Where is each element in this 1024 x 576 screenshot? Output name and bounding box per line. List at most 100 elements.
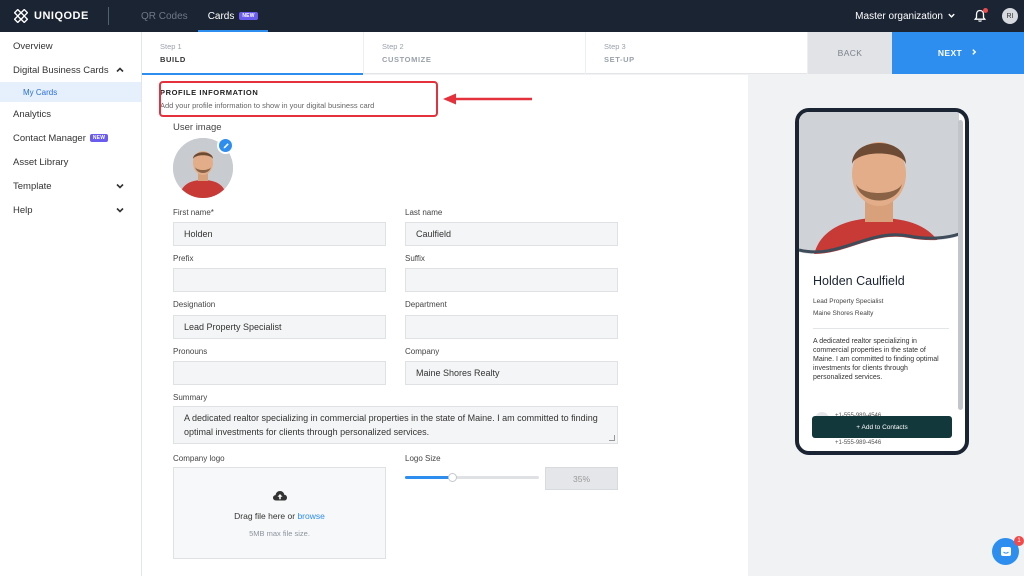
slider-thumb[interactable]: [448, 473, 457, 482]
edit-image-button[interactable]: [217, 137, 234, 154]
preview-name: Holden Caulfield: [813, 274, 905, 288]
user-avatar[interactable]: RI: [1002, 8, 1018, 24]
slider-fill: [405, 476, 452, 479]
notification-bell-icon[interactable]: [972, 8, 988, 24]
department-label: Department: [405, 300, 447, 309]
tab-cards-label: Cards: [207, 10, 235, 22]
logo-size-label: Logo Size: [405, 454, 441, 463]
prefix-input[interactable]: [173, 268, 386, 292]
add-to-contacts-label: + Add to Contacts: [856, 423, 908, 431]
step-name: CUSTOMIZE: [382, 55, 432, 64]
preview-summary: A dedicated realtor specializing in comm…: [813, 338, 939, 381]
logo-size-text: 35%: [572, 473, 590, 484]
organization-name: Master organization: [855, 10, 943, 22]
company-input[interactable]: Maine Shores Realty: [405, 361, 618, 385]
cloud-upload-icon: [272, 490, 287, 500]
first-name-value: Holden: [184, 229, 213, 239]
sidebar-item-label: Analytics: [13, 108, 52, 120]
sidebar-item-overview[interactable]: Overview: [0, 34, 141, 58]
sidebar-item-digital-business-cards[interactable]: Digital Business Cards: [0, 58, 141, 82]
company-value: Maine Shores Realty: [416, 368, 500, 378]
step-number: Step 3: [604, 42, 626, 51]
sidebar-item-label: Overview: [13, 40, 53, 52]
sidebar-item-analytics[interactable]: Analytics: [0, 102, 141, 126]
tab-qr-codes[interactable]: QR Codes: [131, 0, 198, 32]
resize-handle-icon[interactable]: [609, 435, 615, 441]
summary-textarea[interactable]: A dedicated realtor specializing in comm…: [173, 406, 618, 444]
step-set-up[interactable]: Step 3 SET-UP: [586, 32, 808, 74]
chevron-down-icon: [115, 205, 125, 215]
browse-link[interactable]: browse: [297, 511, 324, 521]
preview-portrait: [799, 112, 959, 260]
sidebar-item-label: Contact Manager: [13, 132, 86, 144]
summary-label: Summary: [173, 393, 208, 402]
new-badge: NEW: [239, 12, 258, 20]
back-button[interactable]: BACK: [808, 32, 892, 74]
add-to-contacts-button[interactable]: + Add to Contacts: [812, 416, 952, 438]
profile-form: PROFILE INFORMATION Add your profile inf…: [142, 75, 748, 576]
chevron-down-icon: [115, 181, 125, 191]
sidebar-item-asset-library[interactable]: Asset Library: [0, 150, 141, 174]
user-initials: RI: [1006, 12, 1014, 20]
top-bar: UNIQODE QR Codes Cards NEW Master organi…: [0, 0, 1024, 32]
suffix-label: Suffix: [405, 254, 425, 263]
organization-selector[interactable]: Master organization: [855, 11, 956, 22]
brand-logo[interactable]: UNIQODE: [14, 9, 108, 23]
prefix-label: Prefix: [173, 254, 194, 263]
sidebar-item-my-cards[interactable]: My Cards: [0, 82, 141, 102]
next-button[interactable]: NEXT: [892, 32, 1024, 74]
sidebar-item-label: Help: [13, 204, 33, 216]
logo-dropzone[interactable]: Drag file here or browse 5MB max file si…: [173, 467, 386, 559]
next-button-label: NEXT: [937, 48, 963, 58]
logo-size-slider[interactable]: [405, 473, 539, 482]
sidebar-item-contact-manager[interactable]: Contact Manager NEW: [0, 126, 141, 150]
department-input[interactable]: [405, 315, 618, 339]
brand-name: UNIQODE: [34, 10, 89, 22]
tab-cards[interactable]: Cards NEW: [197, 0, 268, 32]
sidebar-item-help[interactable]: Help: [0, 198, 141, 222]
first-name-input[interactable]: Holden: [173, 222, 386, 246]
pronouns-label: Pronouns: [173, 347, 208, 356]
new-badge: NEW: [89, 134, 109, 142]
company-label: Company: [405, 347, 440, 356]
step-number: Step 1: [160, 42, 182, 51]
preview-scrollbar[interactable]: [958, 120, 963, 410]
step-build[interactable]: Step 1 BUILD: [142, 32, 364, 75]
preview-photo: [799, 112, 959, 260]
sidebar-item-label: Template: [13, 180, 52, 192]
sidebar-item-template[interactable]: Template: [0, 174, 141, 198]
step-customize[interactable]: Step 2 CUSTOMIZE: [364, 32, 586, 74]
notification-dot: [983, 8, 988, 13]
pronouns-input[interactable]: [173, 361, 386, 385]
last-name-input[interactable]: Caulfield: [405, 222, 618, 246]
logo-size-value: 35%: [545, 467, 618, 490]
step-number: Step 2: [382, 42, 404, 51]
chevron-right-icon: [970, 48, 978, 59]
dropzone-hint: 5MB max file size.: [249, 528, 310, 538]
suffix-input[interactable]: [405, 268, 618, 292]
chevron-down-icon: [947, 11, 956, 22]
sidebar-item-label: Digital Business Cards: [13, 64, 109, 76]
chat-unread-badge: 1: [1014, 536, 1024, 546]
preview-title: Lead Property Specialist: [813, 298, 884, 305]
designation-input[interactable]: Lead Property Specialist: [173, 315, 386, 339]
step-name: SET-UP: [604, 55, 635, 64]
sidebar-item-label: My Cards: [23, 87, 58, 97]
preview-phone-number-secondary: +1-555-989-4546: [835, 440, 882, 446]
dropzone-text: Drag file here or browse: [234, 511, 325, 521]
designation-value: Lead Property Specialist: [184, 322, 282, 332]
chat-unread-count: 1: [1017, 538, 1021, 544]
preview-company: Maine Shores Realty: [813, 310, 874, 317]
dropzone-prompt: Drag file here or: [234, 510, 296, 521]
chat-icon: [1000, 546, 1011, 556]
uniqode-logo-icon: [14, 9, 28, 23]
designation-label: Designation: [173, 300, 216, 309]
summary-value: A dedicated realtor specializing in comm…: [184, 413, 598, 437]
sidebar-item-label: Asset Library: [13, 156, 69, 168]
card-preview-phone: Holden Caulfield Lead Property Specialis…: [795, 108, 969, 455]
tab-qr-codes-label: QR Codes: [141, 10, 188, 22]
pencil-icon: [223, 142, 229, 148]
step-name: BUILD: [160, 55, 186, 64]
topbar-divider: [108, 7, 109, 25]
preview-divider: [813, 328, 949, 329]
